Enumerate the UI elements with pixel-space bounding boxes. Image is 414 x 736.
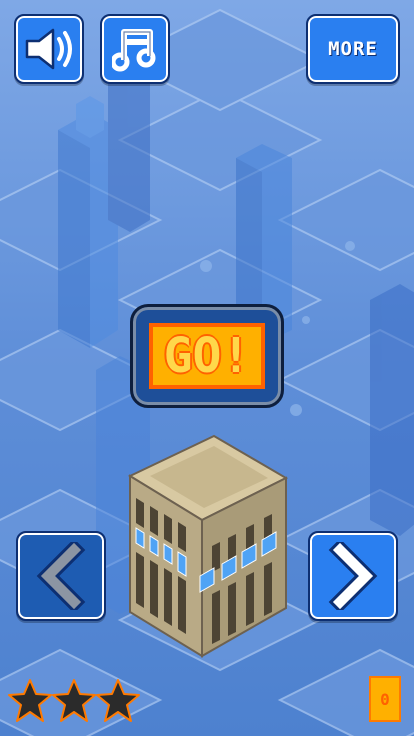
go-badge: GO! <box>149 323 265 389</box>
sound-button[interactable] <box>14 14 84 84</box>
star-icon <box>8 679 52 722</box>
coin-count: 0 <box>380 689 390 709</box>
previous-button[interactable] <box>16 531 106 621</box>
music-note-icon <box>112 29 156 72</box>
game-screen: MORE GO! 0 <box>0 0 414 736</box>
music-button[interactable] <box>100 14 170 84</box>
coin-counter: 0 <box>369 676 401 722</box>
go-button[interactable]: GO! <box>130 304 284 408</box>
star-icon <box>52 679 96 722</box>
go-label: GO! <box>163 328 251 384</box>
chevron-left-icon <box>36 542 86 610</box>
chevron-right-icon <box>328 542 378 610</box>
more-label: MORE <box>328 38 378 60</box>
speaker-icon <box>25 28 72 70</box>
more-button[interactable]: MORE <box>306 14 400 84</box>
next-button[interactable] <box>308 531 398 621</box>
star-rating <box>8 678 140 726</box>
star-icon <box>96 679 140 722</box>
